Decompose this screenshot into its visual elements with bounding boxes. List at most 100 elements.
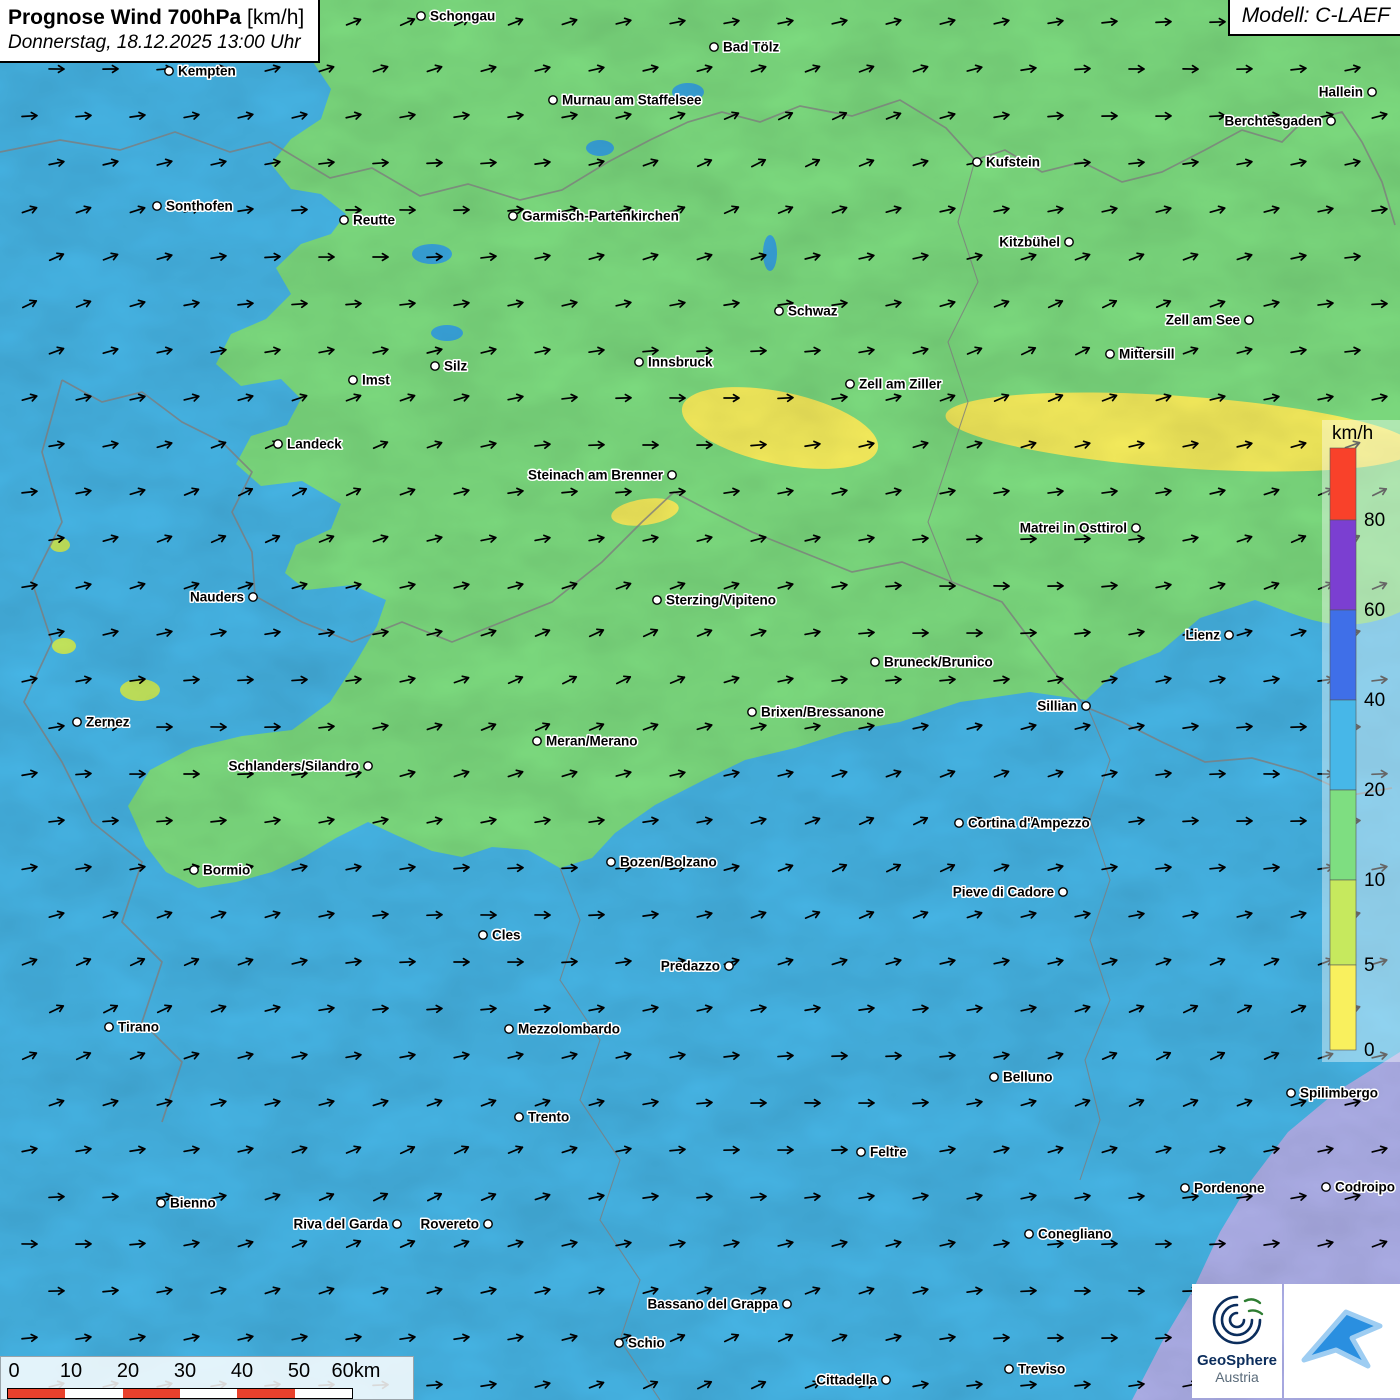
city-label: Nauders [190,590,244,605]
scale-labels: 0102030405060km [1,1357,413,1383]
scale-label: 0 [8,1360,19,1383]
city-dot [725,962,733,970]
city-label: Hallein [1319,85,1363,100]
city-marker: Bruneck/Brunico [871,655,993,670]
city-label: Spilimbergo [1300,1086,1378,1101]
scale-bar [7,1388,353,1399]
scale-label: 20 [117,1360,139,1383]
partner-logo [1284,1284,1400,1398]
city-marker: Zell am Ziller [846,377,942,392]
city-label: Treviso [1018,1362,1065,1377]
legend-tick-label: 10 [1364,870,1385,891]
city-dot [1005,1365,1013,1373]
legend-tick-label: 0 [1364,1040,1375,1061]
city-dot [349,376,357,384]
city-marker: Bassano del Grappa [647,1297,791,1312]
map-title-unit: [km/h] [241,6,304,29]
city-dot [274,440,282,448]
legend-segment [1330,790,1356,880]
scale-bar-box: 0102030405060km [0,1356,414,1400]
city-label: Reutte [353,213,395,228]
city-label: Schio [628,1336,665,1351]
city-dot [955,819,963,827]
scale-label: 30 [174,1360,196,1383]
city-dot [1025,1230,1033,1238]
city-dot [190,866,198,874]
city-label: Cittadella [816,1373,877,1388]
scale-bar-segment [295,1389,352,1398]
city-label: Conegliano [1038,1227,1112,1242]
city-label: Zernez [86,715,130,730]
city-label: Steinach am Brenner [528,468,664,483]
city-label: Riva del Garda [293,1217,388,1232]
city-marker: Riva del Garda [293,1217,401,1232]
city-dot [653,596,661,604]
city-label: Bad Tölz [723,40,779,55]
city-dot [509,212,517,220]
city-dot [549,96,557,104]
city-marker: Meran/Merano [533,734,638,749]
city-label: Schlanders/Silandro [228,759,359,774]
city-dot [1368,88,1376,96]
city-label: Bormio [203,863,250,878]
scale-bar-segment [180,1389,237,1398]
city-label: Sterzing/Vipiteno [666,593,776,608]
city-dot [393,1220,401,1228]
city-dot [635,358,643,366]
city-dot [607,858,615,866]
city-dot [615,1339,623,1347]
city-dot [783,1300,791,1308]
scale-label: 60km [332,1360,381,1383]
city-marker: Steinach am Brenner [528,468,676,483]
city-label: Lienz [1185,628,1220,643]
city-marker: Murnau am Staffelsee [549,93,702,108]
legend: km/h806040201050 [1322,420,1400,1062]
city-label: Kufstein [986,155,1040,170]
city-label: Innsbruck [648,355,713,370]
city-label: Mittersill [1119,347,1175,362]
city-label: Bruneck/Brunico [884,655,993,670]
city-dot [1106,350,1114,358]
city-label: Cles [492,928,521,943]
city-label: Pieve di Cadore [953,885,1055,900]
legend-segment [1330,880,1356,965]
scale-label: 50 [288,1360,310,1383]
city-dot [1059,888,1067,896]
city-dot [1322,1183,1330,1191]
legend-segment [1330,965,1356,1050]
city-label: Zell am Ziller [859,377,942,392]
city-marker: Matrei in Osttirol [1020,521,1140,536]
city-label: Kempten [178,64,236,79]
city-dot [431,362,439,370]
city-label: Cortina d'Ampezzo [968,816,1090,831]
city-marker: Sterzing/Vipiteno [653,593,776,608]
city-label: Mezzolombardo [518,1022,620,1037]
city-label: Feltre [870,1145,907,1160]
city-label: Belluno [1003,1070,1053,1085]
city-dot [1225,631,1233,639]
city-dot [73,718,81,726]
legend-tick-label: 5 [1364,955,1375,976]
scale-label: 40 [231,1360,253,1383]
map-title-line: Prognose Wind 700hPa [km/h] [8,5,304,30]
city-label: Sonthofen [166,199,233,214]
geosphere-logo: GeoSphere Austria [1192,1284,1282,1398]
city-dot [1181,1184,1189,1192]
city-label: Codroipo [1335,1180,1395,1195]
city-label: Garmisch-Partenkirchen [522,209,679,224]
city-marker: Pordenone [1181,1181,1265,1196]
city-label: Sillian [1037,699,1077,714]
city-dot [710,43,718,51]
city-dot [153,202,161,210]
city-label: Silz [444,359,468,374]
city-label: Schwaz [788,304,838,319]
city-dot [748,708,756,716]
city-dot [157,1199,165,1207]
city-label: Murnau am Staffelsee [562,93,702,108]
city-dot [249,593,257,601]
legend-segment [1330,610,1356,700]
city-dot [775,307,783,315]
scale-bar-segment [8,1389,65,1398]
city-dot [990,1073,998,1081]
city-dot [1065,238,1073,246]
